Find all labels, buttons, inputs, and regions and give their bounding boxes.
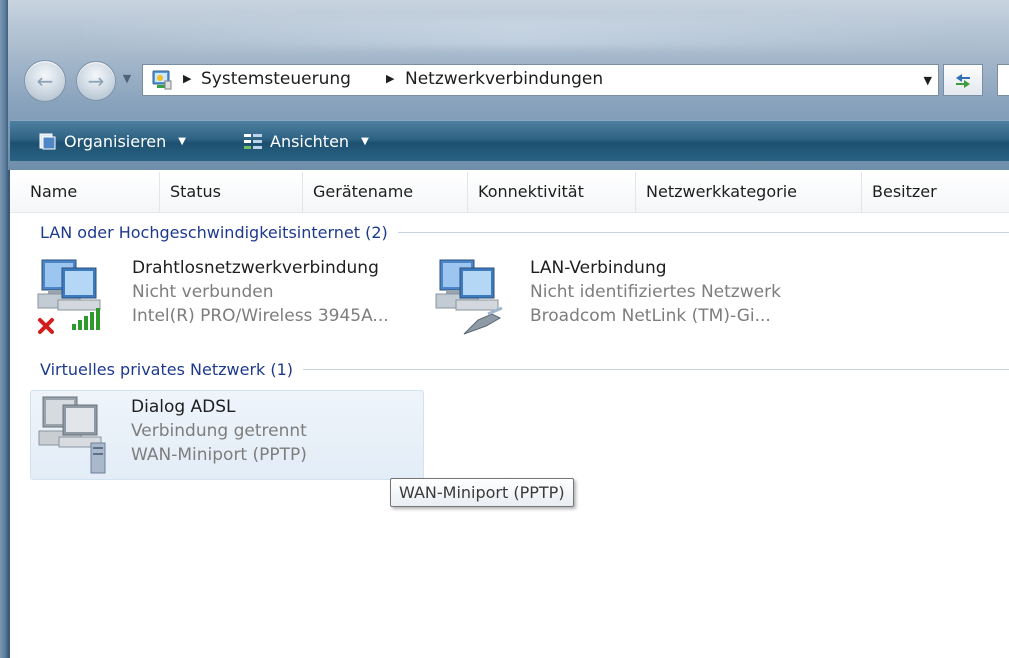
command-bar: Organisieren ▼ Ansichten ▼ xyxy=(10,120,1009,161)
chevron-down-icon: ▼ xyxy=(178,135,186,147)
forward-arrow-icon: → xyxy=(87,69,105,93)
organize-label: Organisieren xyxy=(64,131,167,151)
blurred-title-bar xyxy=(70,18,970,48)
address-dropdown-icon[interactable]: ▼ xyxy=(924,74,932,87)
back-arrow-icon: ← xyxy=(36,69,54,93)
chevron-down-icon: ▼ xyxy=(361,135,369,147)
network-connection-item[interactable]: Dialog ADSL Verbindung getrennt WAN-Mini… xyxy=(30,390,424,480)
group-title: Virtuelles privates Netzwerk (1) xyxy=(40,359,294,379)
connection-device: Broadcom NetLink (TM)-Gi... xyxy=(530,306,771,326)
item-details: Dialog ADSL Verbindung getrennt WAN-Mini… xyxy=(131,395,307,467)
window-left-border xyxy=(0,0,8,658)
breadcrumb-netzwerkverbindungen[interactable]: Netzwerkverbindungen xyxy=(405,69,603,89)
views-button[interactable]: Ansichten ▼ xyxy=(242,130,369,152)
window-left-border-shadow xyxy=(8,170,10,658)
group-header-vpn[interactable]: Virtuelles privates Netzwerk (1) xyxy=(40,358,1009,380)
group-header-lan[interactable]: LAN oder Hochgeschwindigkeitsinternet (2… xyxy=(40,221,1009,243)
organize-icon xyxy=(39,133,56,150)
item-details: Drahtlosnetzwerkverbindung Nicht verbund… xyxy=(132,256,389,328)
connection-status: Nicht identifiziertes Netzwerk xyxy=(530,282,781,302)
connection-name: Dialog ADSL xyxy=(131,397,236,417)
views-label: Ansichten xyxy=(270,131,350,151)
back-button[interactable]: ← xyxy=(24,60,66,102)
network-connection-item[interactable]: Drahtlosnetzwerkverbindung Nicht verbund… xyxy=(32,256,412,340)
refresh-button[interactable] xyxy=(943,64,983,96)
breadcrumb-separator-icon: ▶ xyxy=(183,72,192,85)
tooltip: WAN-Miniport (PPTP) xyxy=(390,478,574,507)
lan-network-icon xyxy=(435,259,503,335)
network-connection-item[interactable]: LAN-Verbindung Nicht identifiziertes Net… xyxy=(430,256,810,340)
connection-device: Intel(R) PRO/Wireless 3945A... xyxy=(132,306,389,326)
wireless-network-icon xyxy=(37,259,101,334)
views-icon xyxy=(244,134,262,149)
breadcrumb-systemsteuerung[interactable]: Systemsteuerung xyxy=(201,69,351,89)
control-panel-icon xyxy=(152,70,172,90)
column-owner[interactable]: Besitzer xyxy=(862,172,1009,212)
refresh-icon xyxy=(956,74,970,88)
connection-name: Drahtlosnetzwerkverbindung xyxy=(132,258,379,278)
group-divider xyxy=(303,368,1009,370)
connection-device: WAN-Miniport (PPTP) xyxy=(131,445,307,465)
search-input[interactable] xyxy=(997,64,1009,96)
breadcrumb-separator-icon: ▶ xyxy=(386,72,395,85)
connection-status: Verbindung getrennt xyxy=(131,421,307,441)
vpn-connection-icon xyxy=(38,396,106,474)
column-device-name[interactable]: Gerätename xyxy=(303,172,468,212)
organize-button[interactable]: Organisieren ▼ xyxy=(38,130,186,152)
address-bar[interactable]: ▶ Systemsteuerung ▶ Netzwerkverbindungen… xyxy=(142,64,939,96)
column-name[interactable]: Name xyxy=(20,172,160,212)
connection-status: Nicht verbunden xyxy=(132,282,274,302)
column-connectivity[interactable]: Konnektivität xyxy=(468,172,636,212)
group-divider xyxy=(397,231,1009,233)
group-title: LAN oder Hochgeschwindigkeitsinternet (2… xyxy=(40,222,388,242)
column-status[interactable]: Status xyxy=(160,172,303,212)
connection-name: LAN-Verbindung xyxy=(530,258,667,278)
recent-pages-dropdown[interactable]: ▼ xyxy=(120,72,134,86)
column-network-category[interactable]: Netzwerkkategorie xyxy=(636,172,862,212)
column-header-row: Name Status Gerätename Konnektivität Net… xyxy=(10,172,1009,213)
forward-button[interactable]: → xyxy=(76,61,116,101)
item-details: LAN-Verbindung Nicht identifiziertes Net… xyxy=(530,256,781,328)
